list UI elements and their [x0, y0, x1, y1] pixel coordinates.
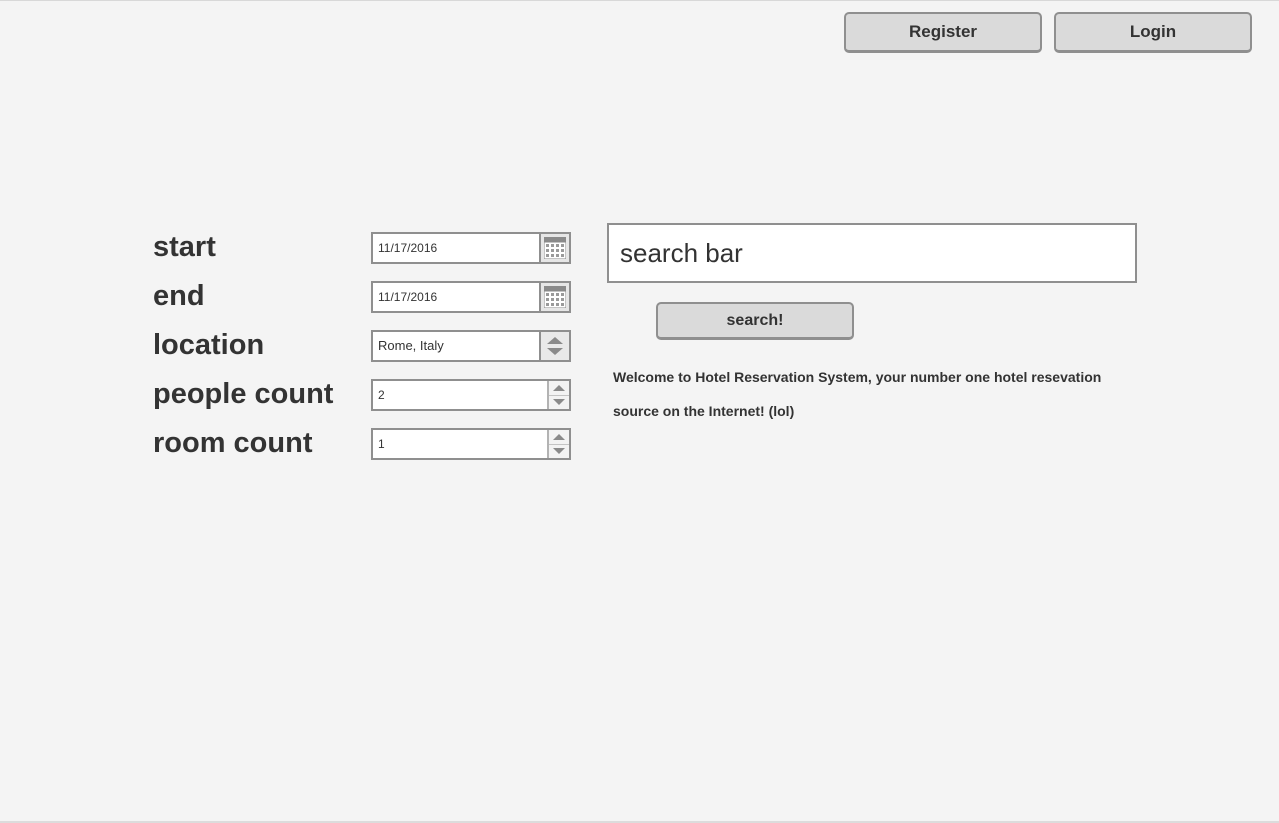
caret-up-icon: [553, 385, 565, 391]
people-count-label: people count: [153, 378, 334, 410]
location-dropdown-button[interactable]: [539, 332, 569, 360]
calendar-icon: [544, 286, 566, 308]
up-down-arrows-icon: [547, 337, 563, 355]
caret-up-icon: [553, 434, 565, 440]
room-count-decrement[interactable]: [549, 444, 569, 458]
room-count-value: 1: [378, 437, 385, 451]
location-select[interactable]: Rome, Italy: [371, 330, 571, 362]
top-border: [0, 0, 1279, 1]
login-button[interactable]: Login: [1054, 12, 1252, 53]
welcome-message: Welcome to Hotel Reservation System, you…: [613, 369, 1102, 419]
location-label: location: [153, 329, 265, 361]
people-count-value: 2: [378, 388, 385, 402]
people-count-stepper[interactable]: 2: [371, 379, 571, 411]
people-count-spinner: [547, 381, 569, 409]
start-label: start: [153, 231, 216, 263]
caret-down-icon: [553, 448, 565, 454]
people-count-decrement[interactable]: [549, 395, 569, 409]
search-input[interactable]: search bar: [607, 223, 1137, 283]
calendar-icon: [544, 237, 566, 259]
caret-down-icon: [553, 399, 565, 405]
search-button[interactable]: search!: [656, 302, 854, 340]
end-date-value: 11/17/2016: [378, 290, 438, 304]
search-placeholder: search bar: [620, 238, 743, 268]
room-count-increment[interactable]: [549, 430, 569, 445]
end-date-field[interactable]: 11/17/2016: [371, 281, 571, 313]
end-label: end: [153, 280, 205, 312]
location-value: Rome, Italy: [378, 338, 444, 353]
room-count-spinner: [547, 430, 569, 458]
start-date-field[interactable]: 11/17/2016: [371, 232, 571, 264]
people-count-increment[interactable]: [549, 381, 569, 396]
end-date-picker-button[interactable]: [539, 283, 569, 311]
start-date-value: 11/17/2016: [378, 241, 438, 255]
register-button[interactable]: Register: [844, 12, 1042, 53]
room-count-label: room count: [153, 427, 313, 459]
room-count-stepper[interactable]: 1: [371, 428, 571, 460]
start-date-picker-button[interactable]: [539, 234, 569, 262]
